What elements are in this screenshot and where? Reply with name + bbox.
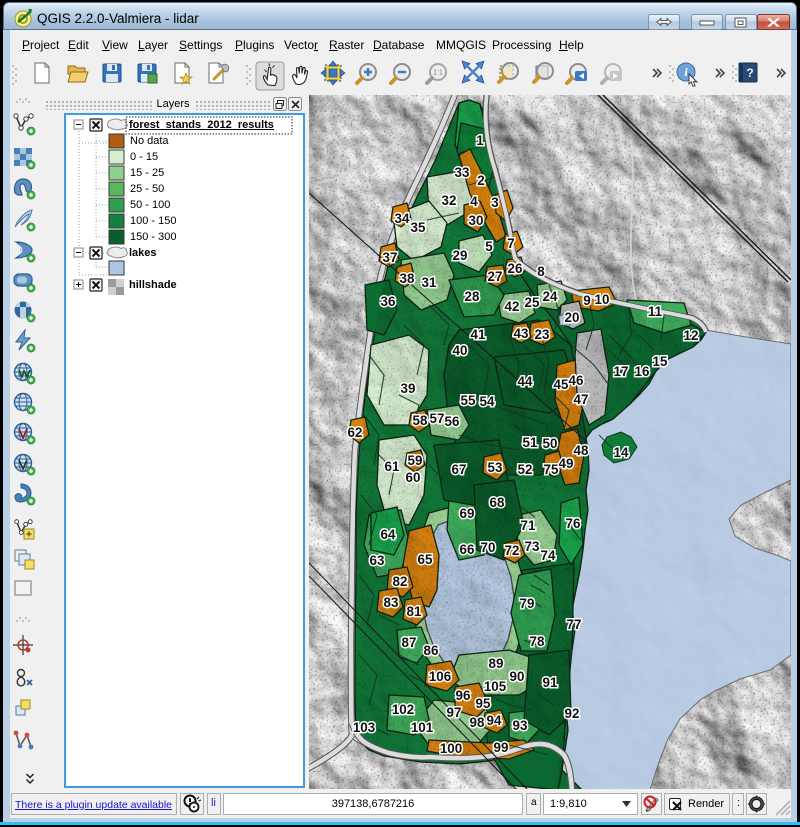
svg-text:32: 32 bbox=[442, 193, 457, 208]
svg-text:42: 42 bbox=[505, 299, 520, 314]
svg-text:9: 9 bbox=[583, 293, 590, 308]
svg-text:90: 90 bbox=[510, 669, 525, 684]
svg-text:31: 31 bbox=[422, 275, 437, 290]
svg-text:40: 40 bbox=[453, 343, 468, 358]
svg-text:43: 43 bbox=[514, 326, 529, 341]
svg-text:16: 16 bbox=[635, 364, 650, 379]
svg-text:92: 92 bbox=[565, 706, 580, 721]
svg-text:28: 28 bbox=[465, 289, 480, 304]
svg-text:72: 72 bbox=[505, 543, 520, 558]
svg-text:91: 91 bbox=[543, 675, 558, 690]
svg-text:89: 89 bbox=[489, 656, 504, 671]
svg-text:4: 4 bbox=[470, 194, 478, 209]
svg-text:77: 77 bbox=[567, 617, 582, 632]
svg-text:38: 38 bbox=[400, 271, 415, 286]
svg-text:25: 25 bbox=[525, 295, 540, 310]
svg-text:27: 27 bbox=[488, 269, 503, 284]
svg-text:48: 48 bbox=[574, 443, 589, 458]
svg-text:94: 94 bbox=[487, 713, 502, 728]
svg-text:96: 96 bbox=[456, 688, 471, 703]
svg-text:78: 78 bbox=[530, 634, 545, 649]
svg-text:11: 11 bbox=[648, 304, 663, 319]
svg-text:30: 30 bbox=[469, 213, 484, 228]
svg-text:70: 70 bbox=[481, 540, 496, 555]
svg-text:63: 63 bbox=[370, 553, 385, 568]
svg-text:41: 41 bbox=[471, 327, 486, 342]
svg-text:103: 103 bbox=[353, 720, 375, 735]
svg-text:79: 79 bbox=[520, 596, 535, 611]
svg-text:34: 34 bbox=[395, 211, 410, 226]
svg-text:35: 35 bbox=[411, 220, 426, 235]
svg-text:97: 97 bbox=[447, 705, 462, 720]
svg-text:59: 59 bbox=[408, 453, 423, 468]
svg-text:1: 1 bbox=[476, 133, 484, 148]
svg-text:65: 65 bbox=[418, 552, 433, 567]
svg-text:47: 47 bbox=[574, 392, 589, 407]
svg-text:49: 49 bbox=[559, 456, 574, 471]
svg-text:54: 54 bbox=[480, 394, 495, 409]
svg-text:95: 95 bbox=[476, 696, 491, 711]
svg-text:68: 68 bbox=[490, 495, 505, 510]
svg-text:76: 76 bbox=[566, 516, 581, 531]
svg-text:5: 5 bbox=[485, 239, 493, 254]
svg-text:24: 24 bbox=[543, 289, 558, 304]
svg-text:44: 44 bbox=[518, 374, 533, 389]
svg-text:83: 83 bbox=[384, 595, 399, 610]
svg-text:33: 33 bbox=[455, 165, 470, 180]
svg-text:100: 100 bbox=[440, 741, 462, 756]
svg-text:39: 39 bbox=[401, 381, 416, 396]
svg-text:98: 98 bbox=[470, 715, 485, 730]
svg-text:86: 86 bbox=[424, 643, 439, 658]
svg-text:66: 66 bbox=[460, 542, 475, 557]
svg-text:15: 15 bbox=[653, 354, 668, 369]
svg-text:1:1: 1:1 bbox=[433, 70, 443, 77]
svg-text:46: 46 bbox=[569, 373, 584, 388]
svg-text:7: 7 bbox=[507, 236, 514, 251]
svg-text:93: 93 bbox=[513, 718, 528, 733]
svg-text:12: 12 bbox=[684, 328, 699, 343]
svg-text:2: 2 bbox=[477, 173, 484, 188]
svg-text:23: 23 bbox=[535, 327, 550, 342]
svg-text:17: 17 bbox=[614, 364, 629, 379]
svg-text:56: 56 bbox=[445, 414, 460, 429]
svg-text:57: 57 bbox=[430, 411, 445, 426]
svg-text:99: 99 bbox=[494, 740, 509, 755]
svg-text:74: 74 bbox=[541, 548, 556, 563]
svg-text:71: 71 bbox=[521, 518, 536, 533]
svg-text:64: 64 bbox=[381, 527, 396, 542]
svg-text:45: 45 bbox=[554, 377, 569, 392]
svg-text:53: 53 bbox=[488, 460, 503, 475]
svg-text:37: 37 bbox=[383, 250, 398, 265]
svg-text:61: 61 bbox=[385, 459, 400, 474]
svg-text:36: 36 bbox=[381, 294, 396, 309]
svg-text:29: 29 bbox=[453, 248, 468, 263]
svg-text:14: 14 bbox=[614, 445, 629, 460]
svg-text:73: 73 bbox=[525, 539, 540, 554]
svg-text:87: 87 bbox=[402, 635, 417, 650]
svg-text:101: 101 bbox=[411, 720, 434, 735]
svg-text:62: 62 bbox=[348, 425, 363, 440]
svg-text:3: 3 bbox=[491, 195, 498, 210]
svg-text:52: 52 bbox=[518, 462, 533, 477]
svg-text:20: 20 bbox=[565, 310, 580, 325]
svg-text:105: 105 bbox=[484, 679, 507, 694]
svg-text:60: 60 bbox=[406, 470, 421, 485]
svg-text:58: 58 bbox=[413, 413, 428, 428]
svg-text:26: 26 bbox=[508, 261, 523, 276]
svg-text:51: 51 bbox=[523, 435, 538, 450]
svg-text:50: 50 bbox=[543, 436, 558, 451]
svg-text:69: 69 bbox=[460, 506, 475, 521]
svg-text:8: 8 bbox=[537, 264, 545, 279]
svg-text:?: ? bbox=[746, 66, 753, 80]
svg-text:75: 75 bbox=[544, 462, 559, 477]
svg-text:55: 55 bbox=[461, 393, 476, 408]
svg-text:102: 102 bbox=[392, 702, 414, 717]
svg-text:10: 10 bbox=[595, 292, 610, 307]
svg-text:82: 82 bbox=[393, 574, 408, 589]
svg-text:81: 81 bbox=[407, 604, 422, 619]
svg-text:106: 106 bbox=[429, 669, 451, 684]
svg-text:67: 67 bbox=[452, 462, 467, 477]
